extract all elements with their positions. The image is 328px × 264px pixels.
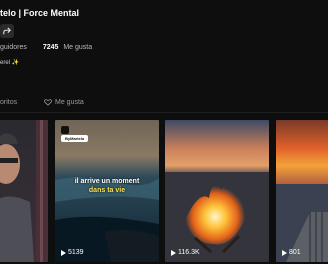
share-icon (3, 27, 11, 35)
likes-label: Me gusta (63, 44, 93, 51)
tab-favorites-label: oritos (0, 99, 18, 106)
video-card[interactable]: ByMartelo il arrive un moment dans ta vi… (55, 120, 159, 262)
view-count: 801 (282, 249, 301, 256)
likes-count: 7245 (42, 44, 59, 51)
view-count-text: 801 (289, 249, 301, 256)
profile-tabs: oritos Me gusta (0, 97, 328, 111)
tab-favorites[interactable]: oritos (0, 99, 17, 106)
video-thumbnail (165, 120, 269, 262)
view-count-text: 116.3K (178, 249, 200, 256)
profile-stats: guidores 7245 Me gusta (0, 44, 92, 51)
caption-line-1: il arrive un moment (74, 178, 140, 185)
play-icon (171, 249, 176, 256)
play-icon (61, 249, 66, 256)
share-button[interactable] (0, 24, 14, 38)
video-thumbnail (276, 120, 328, 262)
followers-label: guidores (0, 44, 27, 51)
view-count: 5139 (61, 249, 84, 256)
author-tag: ByMartelo (61, 135, 89, 142)
video-thumbnail (0, 120, 48, 262)
tiktok-logo-icon (61, 126, 69, 134)
view-count: 116.3K (171, 249, 200, 256)
play-icon (282, 249, 287, 256)
tabs-divider (0, 112, 328, 113)
profile-header: telo | Force Mental guidores 7245 Me gus… (0, 0, 328, 96)
video-caption: il arrive un moment dans ta vie (55, 177, 159, 195)
caption-line-2: dans ta vie (88, 187, 126, 194)
video-grid: ByMartelo il arrive un moment dans ta vi… (0, 120, 328, 264)
tab-liked-label: Me gusta (55, 99, 84, 106)
profile-title: telo | Force Mental (0, 8, 80, 18)
video-card[interactable]: 116.3K (165, 120, 269, 262)
profile-bio: erel ✨ (0, 60, 20, 66)
view-count-text: 5139 (68, 249, 84, 256)
video-card[interactable] (0, 120, 48, 262)
video-card[interactable]: 801 (276, 120, 328, 262)
heart-icon (44, 99, 52, 106)
tab-liked[interactable]: Me gusta (44, 99, 84, 106)
